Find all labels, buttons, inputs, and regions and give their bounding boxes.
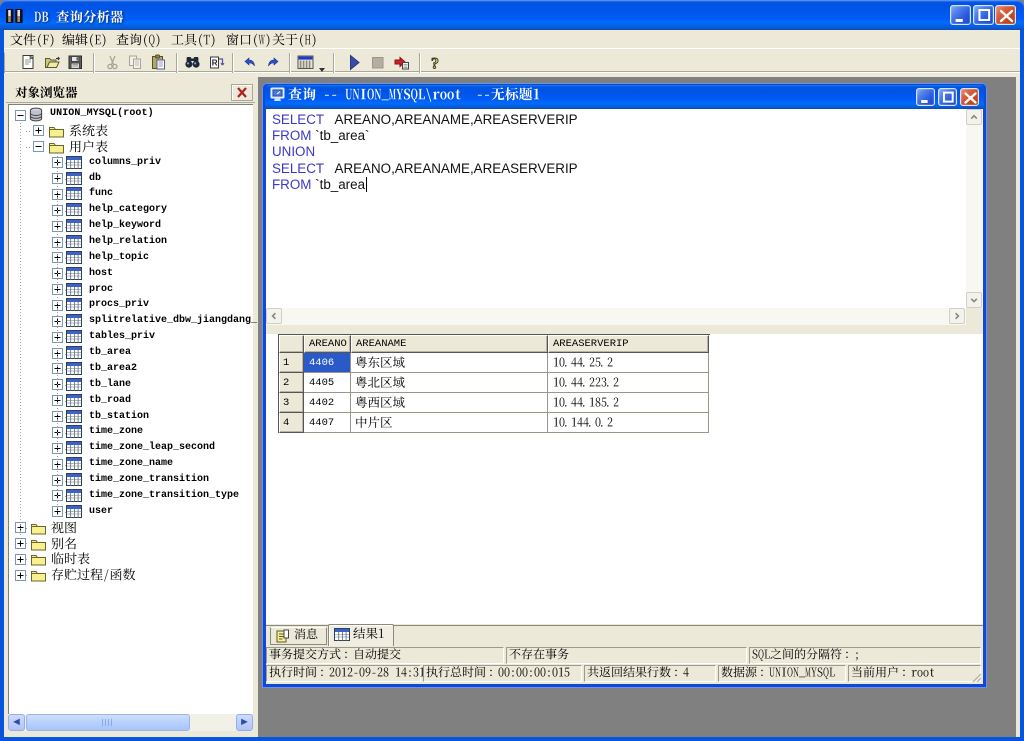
svg-text:?: ? xyxy=(431,56,439,72)
svg-text:R: R xyxy=(212,59,218,68)
